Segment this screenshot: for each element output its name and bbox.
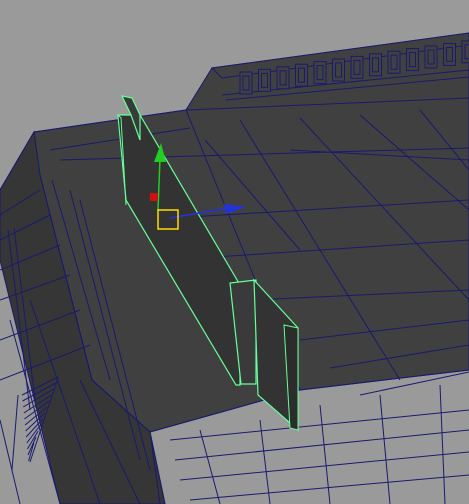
dormer-window <box>332 58 345 82</box>
dormer-window <box>424 45 438 69</box>
dormer-window <box>258 68 271 92</box>
dormer-window <box>369 53 382 77</box>
dormer-window <box>406 48 419 72</box>
maya-perspective-viewport[interactable] <box>0 0 469 504</box>
manipulator-z-handle-icon[interactable] <box>150 193 158 201</box>
dormer-window <box>239 71 253 95</box>
dormer-window <box>443 42 456 66</box>
dormer-window <box>295 63 308 87</box>
dormer-window <box>350 55 364 79</box>
dormer-window <box>387 50 401 74</box>
dormer-window <box>313 61 327 85</box>
scene-canvas[interactable] <box>0 0 469 504</box>
dormer-window <box>276 66 290 90</box>
